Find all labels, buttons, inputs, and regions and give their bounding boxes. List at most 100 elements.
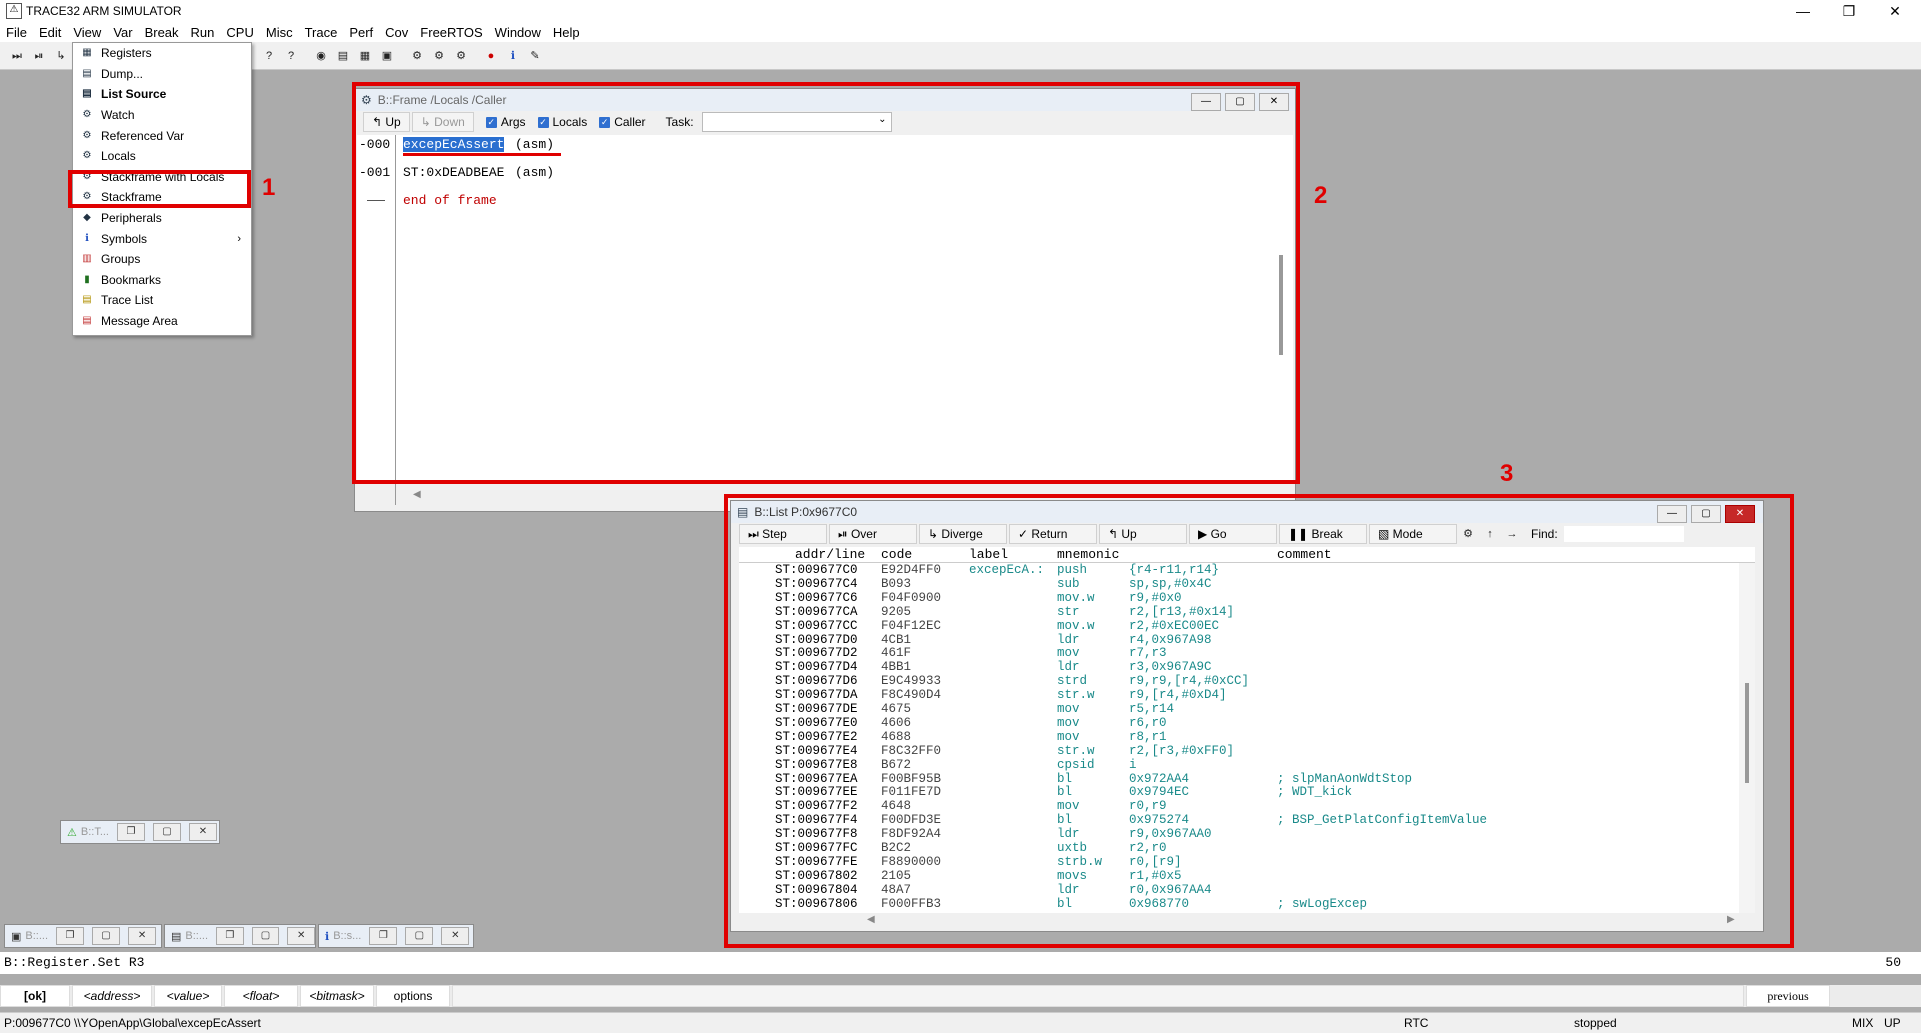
annotation-label-2: 2: [1314, 182, 1328, 209]
var-icon: ⚙: [82, 129, 92, 141]
minimize-icon[interactable]: —: [1780, 0, 1826, 22]
softkey-bar: [ok] <address> <value> <float> <bitmask>…: [0, 985, 1921, 1007]
menu-run[interactable]: Run: [185, 25, 221, 40]
view-menu-trace-list[interactable]: ▤ Trace List: [73, 290, 251, 311]
close-icon[interactable]: ✕: [441, 927, 470, 945]
menu-window[interactable]: Window: [489, 25, 547, 40]
view-menu-referenced-var[interactable]: ⚙ Referenced Var: [73, 125, 251, 146]
help-context-icon[interactable]: ?: [282, 47, 300, 65]
window-icon: ℹ: [325, 930, 330, 943]
frame-icon[interactable]: ⚙: [452, 47, 470, 65]
symbols-icon: ℹ: [85, 232, 89, 244]
minimized-window-3[interactable]: ▤ B::... ❐ ▢ ✕: [164, 924, 316, 948]
record-icon[interactable]: ◉: [312, 47, 330, 65]
minimized-title: B::...: [25, 930, 49, 942]
menu-cov[interactable]: Cov: [379, 25, 414, 40]
main-toolbar: ⏭ ⏯ ↳ ? ? ◉ ▤ ▦ ▣ ⚙ ⚙ ⚙ ● ℹ ✎: [0, 42, 1921, 70]
dump-icon[interactable]: ▦: [356, 47, 374, 65]
softkey-bitmask[interactable]: <bitmask>: [300, 985, 374, 1007]
menu-help[interactable]: Help: [547, 25, 586, 40]
restore-icon[interactable]: ❐: [369, 927, 398, 945]
submenu-arrow-icon: ›: [237, 232, 241, 245]
view-menu-watch[interactable]: ⚙ Watch: [73, 105, 251, 126]
menu-var[interactable]: Var: [107, 25, 138, 40]
restore-icon[interactable]: ❐: [216, 927, 244, 945]
close-icon[interactable]: ✕: [189, 823, 217, 841]
command-line[interactable]: B::Register.Set R3 50: [0, 952, 1921, 974]
view-menu-symbols[interactable]: ℹ Symbols ›: [73, 228, 251, 249]
minimized-window-1[interactable]: ⚠ B::T... ❐ ▢ ✕: [60, 820, 220, 844]
dump-icon: ▤: [82, 67, 92, 79]
trace-icon: ▤: [82, 294, 92, 306]
menu-file[interactable]: File: [0, 25, 33, 40]
window-icon: ⚠: [67, 826, 77, 839]
menu-trace[interactable]: Trace: [299, 25, 344, 40]
var-icon[interactable]: ⚙: [430, 47, 448, 65]
annotation-box-3: [724, 494, 1794, 948]
scroll-left-icon[interactable]: ◀: [413, 489, 421, 500]
message-icon: ▤: [82, 315, 92, 327]
softkey-float[interactable]: <float>: [224, 985, 298, 1007]
register-icon[interactable]: ▣: [378, 47, 396, 65]
minimized-window-2[interactable]: ▣ B::... ❐ ▢ ✕: [4, 924, 162, 948]
breakpoint-icon[interactable]: ●: [482, 47, 500, 65]
step-icon[interactable]: ⏭: [8, 47, 26, 65]
command-input[interactable]: B::Register.Set R3: [4, 955, 144, 970]
list-icon[interactable]: ▤: [334, 47, 352, 65]
view-menu-groups[interactable]: ▥ Groups: [73, 249, 251, 270]
menu-misc[interactable]: Misc: [260, 25, 299, 40]
minimized-title: B::s...: [333, 930, 362, 942]
annotation-box-1: [68, 170, 251, 208]
view-menu-dump[interactable]: ▤ Dump...: [73, 64, 251, 85]
menu-edit[interactable]: Edit: [33, 25, 67, 40]
status-mix: MIX: [1852, 1016, 1874, 1030]
menu-view[interactable]: View: [67, 25, 107, 40]
status-state: stopped: [1574, 1016, 1617, 1030]
status-up: UP: [1884, 1016, 1901, 1030]
minimized-window-4[interactable]: ℹ B::s... ❐ ▢ ✕: [318, 924, 474, 948]
diverge-icon[interactable]: ↳: [52, 47, 70, 65]
close-icon[interactable]: ✕: [287, 927, 315, 945]
view-menu-list-source[interactable]: ▤ List Source: [73, 84, 251, 105]
softkey-previous[interactable]: previous: [1746, 985, 1830, 1007]
watch-icon: ⚙: [82, 109, 92, 121]
view-menu-peripherals[interactable]: ◆ Peripherals: [73, 208, 251, 229]
softkey-empty: [452, 985, 1744, 1007]
menu-cpu[interactable]: CPU: [220, 25, 259, 40]
maximize-icon[interactable]: ▢: [405, 927, 434, 945]
watch-icon[interactable]: ⚙: [408, 47, 426, 65]
over-icon[interactable]: ⏯: [30, 47, 48, 65]
symbols-icon[interactable]: ℹ: [504, 47, 522, 65]
status-rtc: RTC: [1404, 1016, 1429, 1030]
close-icon[interactable]: ✕: [1872, 0, 1918, 22]
annotation-label-1: 1: [262, 174, 276, 201]
minimized-title: B::...: [185, 930, 209, 942]
softkey-value[interactable]: <value>: [154, 985, 222, 1007]
window-icon: ▣: [11, 930, 22, 943]
groups-icon: ▥: [82, 253, 92, 265]
status-address: P:009677C0 \\YOpenApp\Global\excepEcAsse…: [4, 1016, 261, 1030]
restore-icon[interactable]: ❐: [1826, 0, 1872, 22]
list-icon: ▤: [82, 88, 92, 100]
softkey-options[interactable]: options: [376, 985, 450, 1007]
registers-icon: ▦: [82, 47, 92, 59]
menu-freertos[interactable]: FreeRTOS: [414, 25, 488, 40]
restore-icon[interactable]: ❐: [117, 823, 145, 841]
softkey-address[interactable]: <address>: [72, 985, 152, 1007]
maximize-icon[interactable]: ▢: [92, 927, 121, 945]
view-menu-message-area[interactable]: ▤ Message Area: [73, 311, 251, 332]
softkey-ok[interactable]: [ok]: [0, 985, 70, 1007]
maximize-icon[interactable]: ▢: [153, 823, 181, 841]
menu-bar: File Edit View Var Break Run CPU Misc Tr…: [0, 22, 1921, 42]
help-icon[interactable]: ?: [260, 47, 278, 65]
view-menu-registers[interactable]: ▦ Registers: [73, 43, 251, 64]
menu-perf[interactable]: Perf: [343, 25, 379, 40]
close-icon[interactable]: ✕: [128, 927, 157, 945]
menu-break[interactable]: Break: [139, 25, 185, 40]
tools-icon[interactable]: ✎: [526, 47, 544, 65]
view-menu-bookmarks[interactable]: ▮ Bookmarks: [73, 270, 251, 291]
view-menu-locals[interactable]: ⚙ Locals: [73, 146, 251, 167]
status-bar: P:009677C0 \\YOpenApp\Global\excepEcAsse…: [0, 1012, 1921, 1033]
restore-icon[interactable]: ❐: [56, 927, 85, 945]
maximize-icon[interactable]: ▢: [251, 927, 280, 945]
